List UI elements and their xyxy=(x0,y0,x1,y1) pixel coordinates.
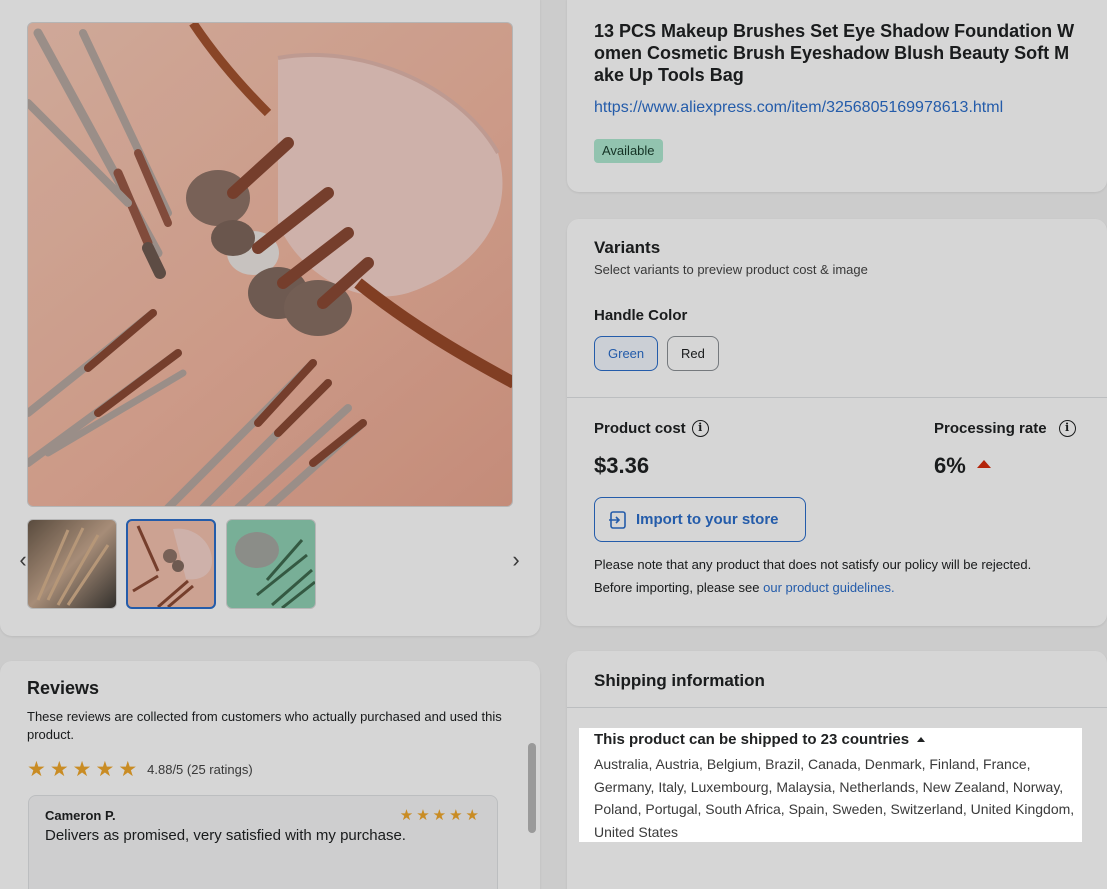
variants-title: Variants xyxy=(594,238,661,257)
star-icon: ★ xyxy=(72,758,92,781)
shipping-card: Shipping information This product can be… xyxy=(567,651,1107,889)
note-line-2: Before importing, please see our product… xyxy=(594,576,1074,599)
divider xyxy=(567,397,1107,398)
info-icon[interactable]: i xyxy=(1058,420,1076,437)
shipping-title: Shipping information xyxy=(594,671,765,690)
product-cost-value: $3.36 xyxy=(594,453,650,478)
star-icon: ★ xyxy=(95,758,115,781)
star-icon: ★ xyxy=(432,807,447,824)
import-to-store-button[interactable]: Import to your store xyxy=(594,497,806,542)
thumbnail-3-image xyxy=(235,532,315,608)
main-product-image xyxy=(27,22,513,507)
star-icon: ★ xyxy=(118,758,138,781)
import-icon xyxy=(609,510,626,529)
note-line-1: Please note that any product that does n… xyxy=(594,557,1032,572)
shipping-countries-list: Australia, Austria, Belgium, Brazil, Can… xyxy=(594,756,1075,840)
status-badge: Available xyxy=(594,139,663,163)
reviewer-name: Cameron P. xyxy=(45,808,116,823)
review-stars: ★ ★ ★ ★ ★ xyxy=(400,808,479,823)
star-icon: ★ xyxy=(399,807,414,824)
star-icon: ★ xyxy=(416,807,430,824)
variant-option-green[interactable]: Green xyxy=(594,336,659,371)
variant-option-red[interactable]: Red xyxy=(667,336,719,371)
divider xyxy=(567,707,1107,708)
review-text: Delivers as promised, very satisfied wit… xyxy=(45,827,406,844)
variants-card: Variants Select variants to preview prod… xyxy=(567,219,1107,626)
product-cost-label-text: Product cost xyxy=(594,420,686,437)
star-icon: ★ xyxy=(49,758,69,781)
product-title-card: 13 PCS Makeup Brushes Set Eye Shadow Fou… xyxy=(567,0,1107,192)
product-gallery-card: ‹ › xyxy=(0,0,540,636)
product-url-link[interactable]: https://www.aliexpress.com/item/32568051… xyxy=(594,99,1003,117)
processing-rate-label-text: Processing rate xyxy=(934,420,1047,437)
review-item: Cameron P. ★ ★ ★ ★ ★ Delivers as promise… xyxy=(28,795,498,889)
option-name-label: Handle Color xyxy=(594,307,688,324)
caret-up-icon xyxy=(917,737,926,742)
reviews-scrollbar[interactable] xyxy=(528,743,536,833)
note-line-2-prefix: Before importing, please see xyxy=(594,580,764,595)
rating-text: 4.88/5 (25 ratings) xyxy=(147,762,253,777)
rating-summary: ★ ★ ★ ★ ★ 4.88/5 (25 ratings) xyxy=(27,759,253,780)
product-guidelines-link[interactable]: our product guidelines. xyxy=(763,580,895,595)
trend-up-icon xyxy=(977,460,991,468)
thumbnail-2[interactable] xyxy=(126,519,216,609)
reviews-card: Reviews These reviews are collected from… xyxy=(0,661,540,889)
processing-rate-label: Processing rate i xyxy=(934,420,1076,437)
shipping-heading-text: This product can be shipped to 23 countr… xyxy=(594,731,910,748)
thumbnail-3[interactable] xyxy=(226,519,316,609)
import-button-label: Import to your store xyxy=(636,511,779,528)
thumbnail-2-image xyxy=(132,525,212,607)
star-icon: ★ xyxy=(449,807,463,824)
brush-set-illustration xyxy=(28,23,512,506)
reviews-description: These reviews are collected from custome… xyxy=(27,709,502,742)
import-policy-note: Please note that any product that does n… xyxy=(594,553,1074,599)
shipping-countries-toggle[interactable]: This product can be shipped to 23 countr… xyxy=(594,731,926,748)
product-cost-label: Product cost i xyxy=(594,420,709,437)
star-icon: ★ xyxy=(465,807,479,824)
thumbnail-1[interactable] xyxy=(27,519,117,609)
variants-subtitle: Select variants to preview product cost … xyxy=(594,262,868,277)
reviews-title: Reviews xyxy=(27,678,100,698)
info-icon[interactable]: i xyxy=(691,420,709,437)
star-icon: ★ xyxy=(27,758,46,781)
product-title: 13 PCS Makeup Brushes Set Eye Shadow Fou… xyxy=(594,21,1075,85)
processing-rate-value: 6% xyxy=(934,453,966,478)
chevron-right-icon[interactable]: › xyxy=(508,548,524,572)
thumbnail-1-image xyxy=(36,527,110,606)
